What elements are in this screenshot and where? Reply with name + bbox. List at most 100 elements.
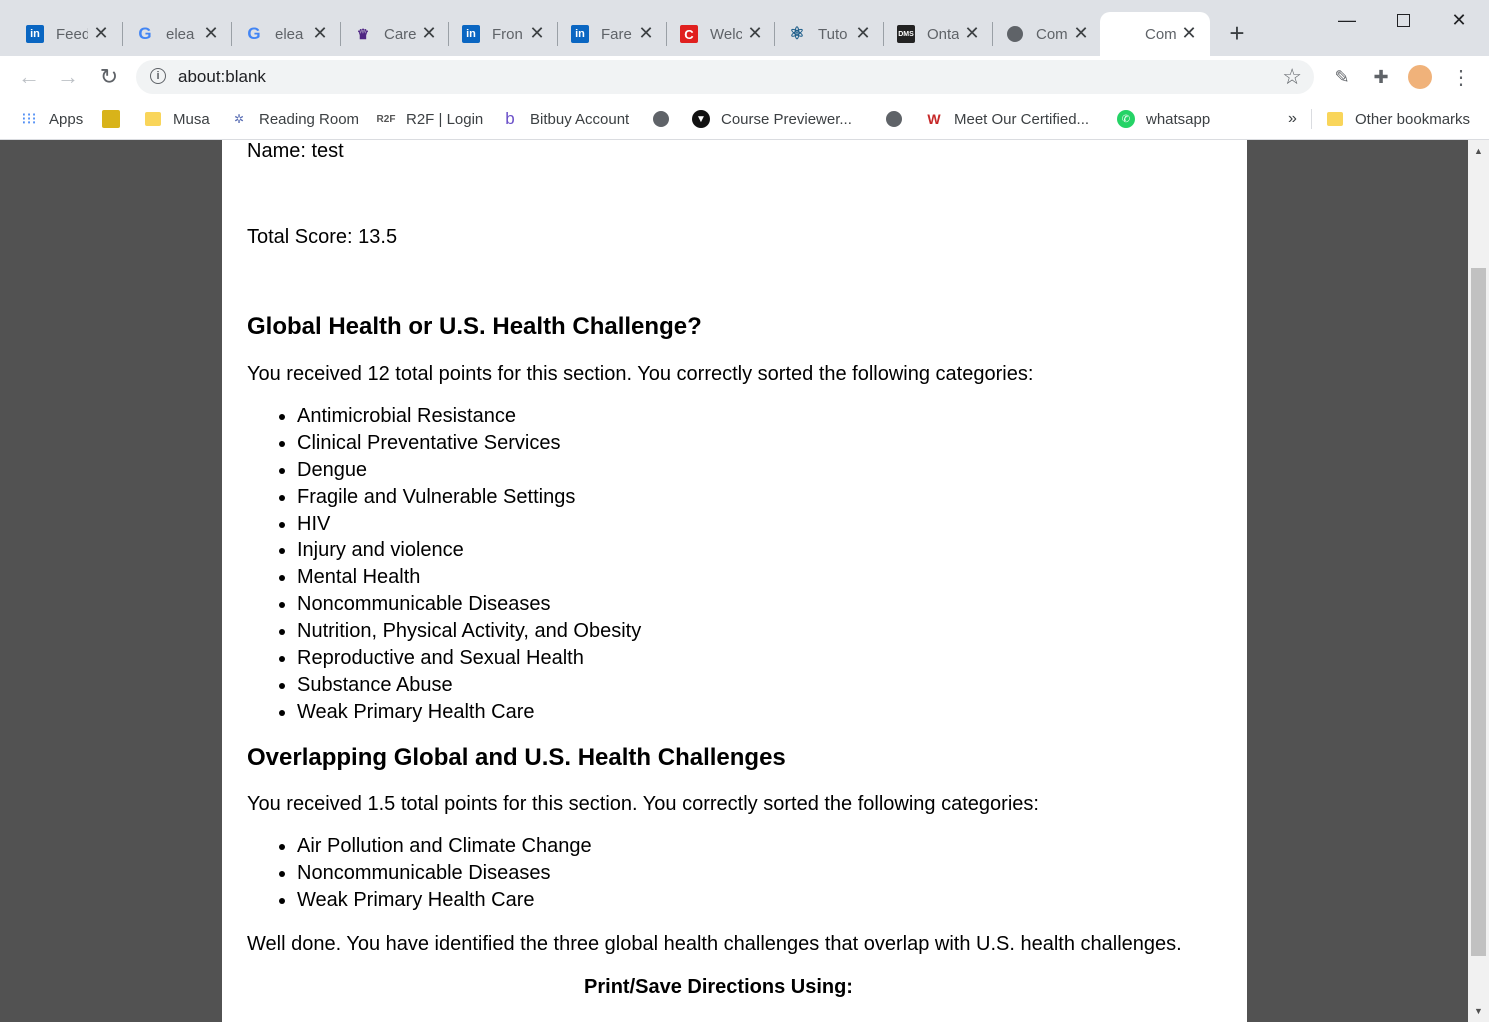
- bookmark-meet-our-certified[interactable]: W Meet Our Certified...: [925, 108, 1089, 130]
- bookmark-globe[interactable]: [885, 108, 914, 130]
- address-bar[interactable]: i about:blank ☆: [136, 60, 1314, 94]
- close-icon[interactable]: ✕: [854, 23, 872, 43]
- minimize-button[interactable]: —: [1319, 0, 1375, 40]
- list-item: Clinical Preventative Services: [297, 430, 641, 457]
- tab-title: Care: [384, 25, 416, 43]
- forward-button[interactable]: →: [53, 62, 83, 92]
- tab[interactable]: G elea ✕: [110, 12, 232, 56]
- close-icon[interactable]: ✕: [637, 23, 655, 43]
- section-summary: You received 12 total points for this se…: [247, 363, 1034, 385]
- section-summary: You received 1.5 total points for this s…: [247, 793, 1039, 815]
- bookmark-label: Apps: [49, 110, 84, 128]
- bookmark-bitbuy[interactable]: b Bitbuy Account: [501, 108, 629, 130]
- name-line: Name: test: [247, 140, 344, 162]
- page-content: Name: test Total Score: 13.5 Global Heal…: [222, 140, 1247, 1022]
- tab-title: Tuto: [818, 25, 848, 43]
- scroll-up-icon[interactable]: ▲: [1474, 146, 1483, 156]
- kebab-menu-icon[interactable]: ⋮: [1450, 66, 1472, 89]
- close-icon[interactable]: ✕: [963, 23, 981, 43]
- list-item: Antimicrobial Resistance: [297, 403, 641, 430]
- tab-title: Feed: [56, 25, 88, 43]
- list-item: HIV: [297, 511, 641, 538]
- list-item: Substance Abuse: [297, 672, 641, 699]
- close-icon[interactable]: ✕: [528, 23, 546, 43]
- maximize-button[interactable]: [1375, 0, 1431, 40]
- tab[interactable]: in Feed ✕: [0, 12, 122, 56]
- tab[interactable]: C Welc ✕: [654, 12, 776, 56]
- linkedin-icon: in: [462, 25, 480, 43]
- list-item: Reproductive and Sexual Health: [297, 645, 641, 672]
- bookmark-reading-room[interactable]: ✲ Reading Room: [230, 108, 359, 130]
- tab[interactable]: in Fare ✕: [545, 12, 667, 56]
- tab[interactable]: G elea ✕: [219, 12, 341, 56]
- certified-icon: W: [927, 111, 941, 127]
- eyedropper-icon[interactable]: ✎: [1331, 66, 1353, 88]
- url-text[interactable]: about:blank: [178, 67, 266, 87]
- scrollbar-thumb[interactable]: [1471, 268, 1486, 956]
- bookmark-apps[interactable]: ⁝⁝⁝ Apps: [20, 108, 83, 130]
- bookmark-turtle[interactable]: [102, 108, 131, 130]
- reload-button[interactable]: ↻: [94, 62, 124, 92]
- tab[interactable]: in Fron ✕: [436, 12, 558, 56]
- extensions-puzzle-icon[interactable]: ✚: [1370, 66, 1392, 88]
- bookmark-label: Other bookmarks: [1355, 110, 1471, 128]
- bookmark-musa[interactable]: Musa: [144, 108, 210, 130]
- tab[interactable]: Com ✕: [980, 12, 1102, 56]
- bookmark-globe[interactable]: [652, 108, 681, 130]
- bookmark-label: whatsapp: [1146, 110, 1211, 128]
- bookmark-other-bookmarks[interactable]: Other bookmarks: [1326, 108, 1470, 130]
- bookmark-whatsapp[interactable]: ✆ whatsapp: [1117, 108, 1210, 130]
- list-item: Weak Primary Health Care: [297, 699, 641, 726]
- list-item: Weak Primary Health Care: [297, 887, 592, 914]
- new-tab-button[interactable]: +: [1224, 18, 1250, 48]
- tab-title: Fron: [492, 25, 523, 43]
- category-list: Air Pollution and Climate Change Noncomm…: [247, 833, 592, 914]
- bookmark-label: R2F | Login: [406, 110, 484, 128]
- dms-icon: DMS: [897, 25, 915, 43]
- category-list: Antimicrobial Resistance Clinical Preven…: [247, 403, 641, 726]
- toolbar: ← → ↻ i about:blank ☆ ✎ ✚ ⋮: [0, 56, 1489, 98]
- star-icon[interactable]: ☆: [1282, 64, 1302, 90]
- tab-active[interactable]: Com ✕: [1100, 12, 1210, 56]
- close-icon[interactable]: ✕: [92, 23, 110, 43]
- bookmark-course-previewer[interactable]: ▼ Course Previewer...: [692, 108, 852, 130]
- globe-icon: [1006, 25, 1024, 43]
- university-crest-icon: ♛: [356, 25, 370, 42]
- folder-icon: [144, 110, 162, 128]
- section-heading: Global Health or U.S. Health Challenge?: [247, 313, 702, 340]
- tab[interactable]: ⚛ Tuto ✕: [762, 12, 884, 56]
- bitbuy-icon: b: [505, 109, 515, 128]
- bookmark-label: Course Previewer...: [721, 110, 852, 128]
- bookmark-r2f[interactable]: R2F R2F | Login: [377, 108, 484, 130]
- reading-room-icon: ✲: [233, 112, 245, 126]
- c-logo-icon: C: [680, 25, 698, 43]
- folder-icon: [1326, 110, 1344, 128]
- tab[interactable]: DMS Onta ✕: [871, 12, 993, 56]
- avatar[interactable]: [1408, 65, 1432, 89]
- browser-chrome: in Feed ✕ G elea ✕ G elea ✕ ♛ Care ✕ in …: [0, 0, 1489, 140]
- turtle-icon: [102, 110, 120, 128]
- close-window-button[interactable]: ✕: [1431, 0, 1487, 40]
- section-heading: Overlapping Global and U.S. Health Chall…: [247, 744, 786, 771]
- close-icon[interactable]: ✕: [202, 23, 220, 43]
- print-save-heading: Print/Save Directions Using:: [584, 976, 853, 998]
- feedback-text: Well done. You have identified the three…: [247, 933, 1182, 955]
- close-icon[interactable]: ✕: [311, 23, 329, 43]
- scroll-down-icon[interactable]: ▼: [1474, 1006, 1483, 1016]
- close-icon[interactable]: ✕: [1072, 23, 1090, 43]
- close-icon[interactable]: ✕: [1180, 23, 1198, 43]
- total-score: Total Score: 13.5: [247, 226, 398, 248]
- bookmarks-bar: ⁝⁝⁝ Apps Musa ✲ Reading Room R2F R2F | L…: [0, 98, 1489, 140]
- whatsapp-icon: ✆: [1117, 110, 1135, 128]
- tab[interactable]: ♛ Care ✕: [328, 12, 450, 56]
- tab-title: Fare: [601, 25, 632, 43]
- back-button[interactable]: ←: [14, 62, 44, 92]
- scrollbar[interactable]: ▲ ▼: [1468, 140, 1489, 1022]
- list-item: Injury and violence: [297, 537, 641, 564]
- linkedin-icon: in: [26, 25, 44, 43]
- tab-strip: in Feed ✕ G elea ✕ G elea ✕ ♛ Care ✕ in …: [0, 0, 1489, 56]
- info-icon[interactable]: i: [150, 68, 166, 84]
- tab-title: Onta: [927, 25, 959, 43]
- react-icon: ⚛: [789, 24, 805, 43]
- bookmarks-overflow-button[interactable]: »: [1288, 108, 1297, 130]
